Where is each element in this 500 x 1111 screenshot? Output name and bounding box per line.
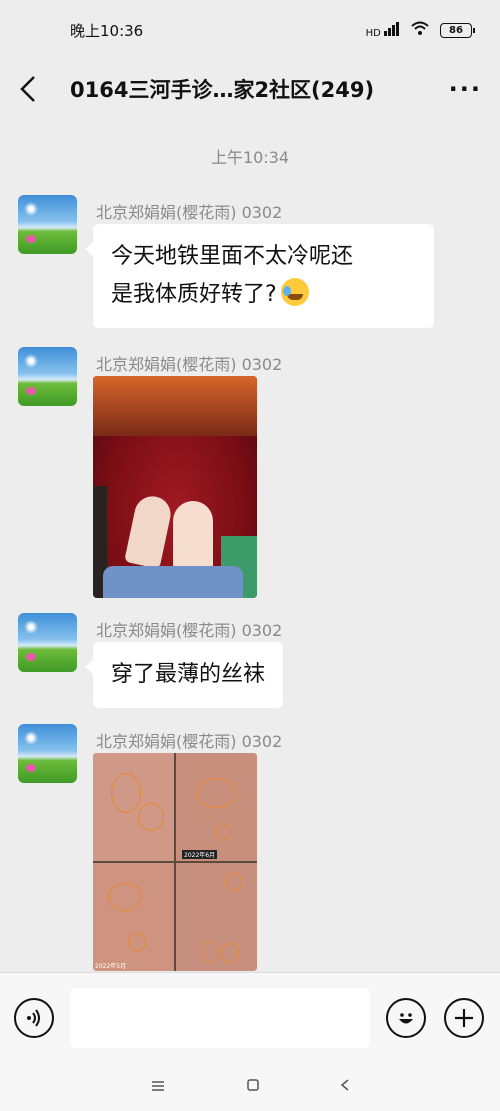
crying-laughing-emoji-icon bbox=[280, 278, 309, 306]
sender-name: 北京郑娟娟(樱花雨) 0302 bbox=[96, 355, 283, 374]
avatar[interactable] bbox=[18, 195, 77, 254]
sender-name: 北京郑娟娟(樱花雨) 0302 bbox=[96, 732, 283, 751]
avatar[interactable] bbox=[18, 724, 77, 783]
sender-name: 北京郑娟娟(樱花雨) 0302 bbox=[96, 621, 283, 640]
battery-level: 86 bbox=[449, 24, 463, 36]
palm-photo: 2022年6月 bbox=[176, 753, 257, 861]
voice-input-button[interactable] bbox=[14, 997, 54, 1038]
add-attachment-button[interactable] bbox=[444, 997, 484, 1038]
message-timestamp: 上午10:34 bbox=[210, 148, 290, 167]
signal-icon: HD bbox=[365, 21, 400, 39]
status-bar: 晚上10:36 HD 86 bbox=[0, 0, 500, 60]
battery-icon: 86 bbox=[440, 22, 475, 38]
photo-message[interactable] bbox=[93, 376, 257, 598]
home-icon[interactable] bbox=[246, 1076, 260, 1097]
menu-icon[interactable] bbox=[150, 1076, 166, 1097]
smiley-icon bbox=[399, 1012, 413, 1023]
message-text-line: 今天地铁里面不太冷呢还 bbox=[111, 244, 354, 269]
more-icon: ··· bbox=[448, 75, 482, 103]
chevron-left-icon bbox=[20, 76, 35, 102]
palm-photo bbox=[176, 863, 257, 971]
avatar[interactable] bbox=[18, 347, 77, 406]
photo-date-label: 2022年6月 bbox=[182, 850, 218, 859]
chat-title: 0164三河手诊…家2社区(249) bbox=[70, 78, 375, 102]
back-icon[interactable] bbox=[340, 1076, 350, 1097]
chat-header: 0164三河手诊…家2社区(249) ··· bbox=[0, 60, 500, 118]
message-text-line: 是我体质好转了? bbox=[111, 276, 416, 314]
message-bubble[interactable]: 穿了最薄的丝袜 bbox=[84, 642, 284, 708]
avatar[interactable] bbox=[18, 613, 77, 672]
back-button[interactable] bbox=[18, 74, 48, 104]
status-time: 晚上10:36 bbox=[70, 21, 144, 40]
wifi-icon bbox=[410, 20, 430, 40]
network-label: HD bbox=[365, 27, 381, 39]
sender-name: 北京郑娟娟(樱花雨) 0302 bbox=[96, 203, 283, 222]
palm-photo bbox=[93, 753, 174, 861]
photo-message[interactable]: 2022年6月 2022年5月 bbox=[93, 753, 257, 971]
system-nav-bar bbox=[0, 1062, 500, 1111]
more-options-button[interactable]: ··· bbox=[442, 75, 482, 103]
photo-date-label: 2022年5月 bbox=[95, 963, 127, 970]
palm-photo: 2022年5月 bbox=[93, 863, 174, 971]
message-text: 穿了最薄的丝袜 bbox=[111, 662, 266, 687]
message-bubble[interactable]: 今天地铁里面不太冷呢还 是我体质好转了? bbox=[85, 224, 434, 328]
message-input[interactable] bbox=[70, 987, 370, 1048]
status-icons: HD 86 bbox=[365, 20, 475, 40]
message-input-bar bbox=[0, 972, 500, 1062]
voice-icon bbox=[27, 1008, 40, 1027]
emoji-button[interactable] bbox=[386, 997, 426, 1038]
plus-icon bbox=[455, 1008, 473, 1027]
